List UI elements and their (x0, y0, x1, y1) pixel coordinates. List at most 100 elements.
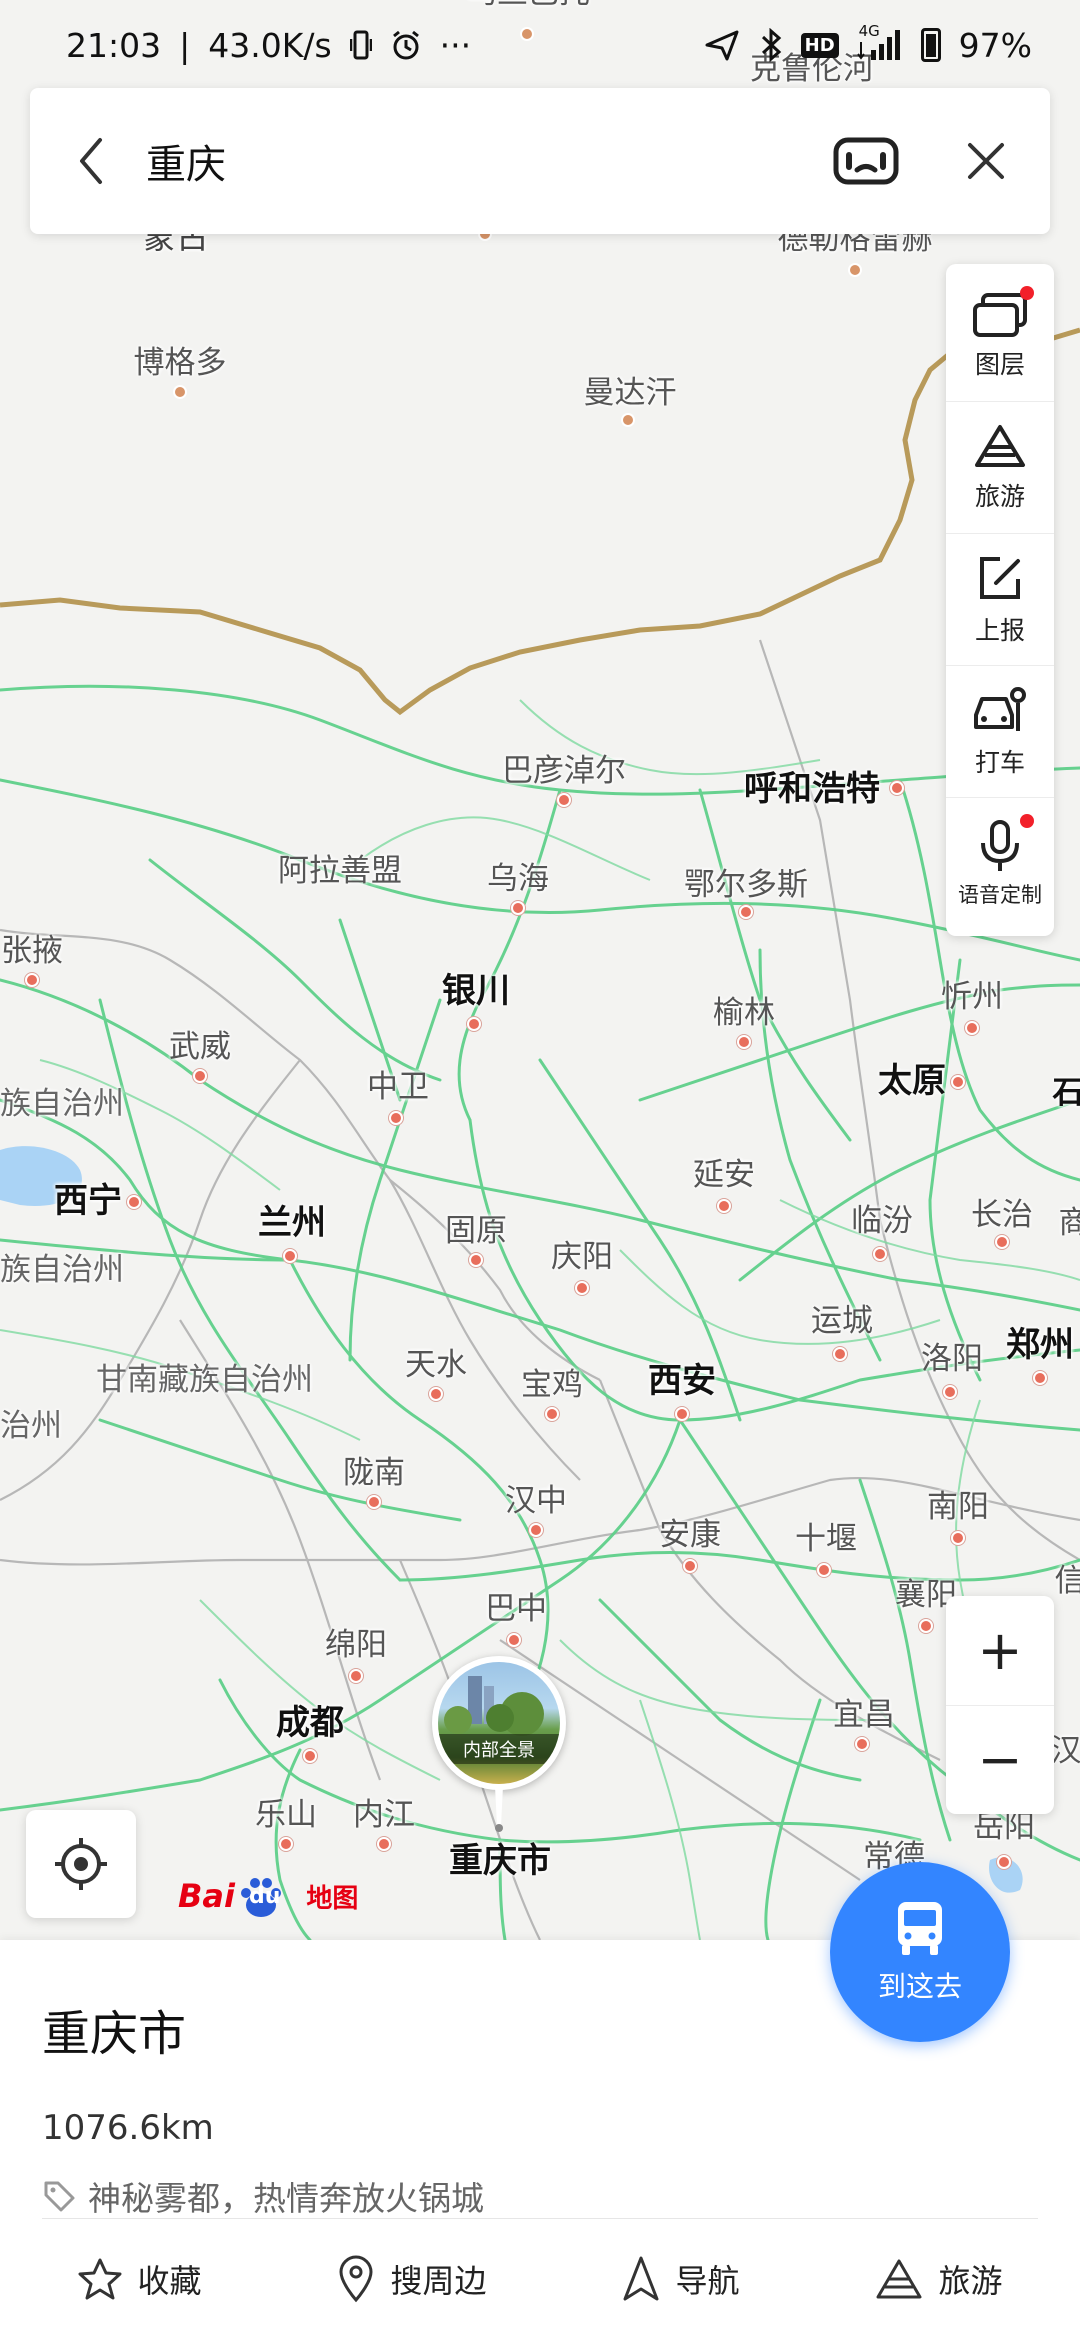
navigation-arrow-icon (623, 2256, 659, 2301)
city-dot (919, 1619, 933, 1633)
location-pin-icon (339, 2255, 373, 2303)
battery-icon (920, 28, 941, 62)
action-navigate[interactable]: 导航 (621, 2255, 740, 2303)
map-label-zhangye: 张掖 (1, 933, 63, 969)
zoom-out-button[interactable]: − (946, 1706, 1054, 1815)
action-nearby[interactable]: 搜周边 (336, 2255, 487, 2303)
map-label-leshan: 乐山 (255, 1797, 317, 1833)
city-dot (283, 1249, 297, 1263)
city-dot (675, 1407, 689, 1421)
action-label: 导航 (675, 2262, 740, 2300)
map-label-ankang: 安康 (659, 1517, 721, 1553)
ar-button[interactable] (826, 88, 906, 234)
report-icon (980, 556, 1020, 599)
map-label-bogeduo: 博格多 (133, 345, 227, 381)
city-dot (997, 1855, 1011, 1869)
baidu-map-logo: Bai du 地图 (178, 1872, 358, 1920)
map-label-edge-shi: 石 (1052, 1075, 1080, 1111)
map-label-yuncheng: 运城 (811, 1303, 873, 1339)
city-dot (943, 1385, 957, 1399)
badge-dot (1020, 286, 1034, 300)
tool-label: 打车 (974, 747, 1025, 777)
go-here-button[interactable]: 到这去 (830, 1862, 1010, 2042)
close-icon (968, 143, 1004, 179)
action-favorite[interactable]: 收藏 (77, 2256, 202, 2302)
city-dot (511, 901, 525, 915)
tool-layers[interactable]: 图层 (946, 270, 1054, 402)
zoom-in-button[interactable]: + (946, 1596, 1054, 1706)
ar-camera-icon (833, 137, 899, 185)
hd-badge: HD (800, 32, 839, 58)
map-label-xinzhou: 忻州 (941, 979, 1003, 1015)
status-bar: 21:03 | 43.0K/s ··· HD 4G 97% (66, 22, 1032, 65)
map-label-bazhong: 巴中 (485, 1591, 547, 1627)
close-button[interactable] (946, 88, 1026, 234)
signal-icon: 4G (856, 22, 903, 62)
action-bar: 收藏 搜周边 导航 旅游 (0, 2218, 1080, 2340)
chevron-left-icon (80, 138, 102, 184)
tool-taxi[interactable]: 打车 (946, 666, 1054, 798)
bluetooth-icon (761, 28, 781, 62)
city-dot (951, 1531, 965, 1545)
city-dot (25, 973, 39, 987)
locate-icon (55, 1838, 107, 1890)
map-label-zhi-3: 治州 (0, 1408, 62, 1444)
city-dot (303, 1749, 317, 1763)
city-dot (833, 1347, 847, 1361)
city-dot (683, 1559, 697, 1573)
map-label-bayannaoer: 巴彦淖尔 (502, 753, 626, 789)
map-label-zhengzhou: 郑州 (1006, 1325, 1074, 1365)
map-view[interactable]: 乌兰巴托 克鲁伦河 蒙古 德勒格雷赫 博格多 曼达汗 巴彦淖尔 呼和浩特 阿拉善… (0, 0, 1080, 1940)
tool-voice[interactable]: 语音定制 (946, 798, 1054, 930)
map-label-edge-han: 汉 (1050, 1733, 1080, 1769)
map-label-guyuan: 固原 (445, 1213, 507, 1249)
map-label-mianyang: 绵阳 (325, 1627, 387, 1663)
my-location-button[interactable] (26, 1810, 136, 1918)
side-toolbar: 图层 旅游 上报 打车 语音定制 (946, 264, 1054, 936)
city-dot (873, 1247, 887, 1261)
map-label-shiyan: 十堰 (795, 1521, 857, 1557)
star-icon (78, 2258, 122, 2300)
city-dot (127, 1195, 141, 1209)
panorama-thumbnail: 内部全景 (438, 1662, 560, 1784)
map-label-longnan: 陇南 (343, 1455, 405, 1491)
city-dot (429, 1387, 443, 1401)
map-label-edge-shang: 商 (1058, 1205, 1080, 1241)
taxi-icon (974, 686, 1026, 731)
map-label-baoji: 宝鸡 (521, 1367, 583, 1403)
map-label-alashan: 阿拉善盟 (278, 853, 402, 889)
city-dot (717, 1199, 731, 1213)
map-label-yinchuan: 银川 (442, 971, 510, 1011)
city-dot (848, 263, 862, 277)
badge-dot (1020, 814, 1034, 828)
status-net-speed: 43.0K/s (208, 25, 332, 65)
panorama-pin[interactable]: 内部全景 (432, 1656, 566, 1790)
map-label-tianshui: 天水 (405, 1347, 467, 1383)
city-dot (965, 1021, 979, 1035)
location-arrow-icon (705, 30, 739, 61)
travel-icon (975, 424, 1025, 467)
city-dot (575, 1281, 589, 1295)
map-label-luoyang: 洛阳 (921, 1341, 983, 1377)
map-label-edge-xin: 信 (1054, 1563, 1080, 1599)
map-label-wuwei: 武威 (169, 1029, 231, 1065)
go-here-label: 到这去 (877, 1970, 962, 2003)
logo-text-bai: Bai (178, 1877, 235, 1915)
action-travel[interactable]: 旅游 (874, 2256, 1003, 2302)
map-label-lanzhou: 兰州 (258, 1203, 326, 1243)
city-dot (951, 1075, 965, 1089)
city-dot (855, 1737, 869, 1751)
map-label-yichang: 宜昌 (833, 1697, 895, 1733)
bus-icon (898, 1902, 942, 1955)
tool-travel[interactable]: 旅游 (946, 402, 1054, 534)
place-distance: 1076.6km (42, 2108, 214, 2148)
back-button[interactable] (46, 88, 136, 234)
map-label-qingyang: 庆阳 (551, 1239, 613, 1275)
city-dot (1033, 1371, 1047, 1385)
city-dot (173, 385, 187, 399)
tool-report[interactable]: 上报 (946, 534, 1054, 666)
search-query[interactable]: 重庆 (136, 132, 826, 190)
city-dot (737, 1035, 751, 1049)
map-label-nanyang: 南阳 (927, 1489, 989, 1525)
place-tag: 神秘雾都，热情奔放火锅城 (42, 2172, 484, 2220)
